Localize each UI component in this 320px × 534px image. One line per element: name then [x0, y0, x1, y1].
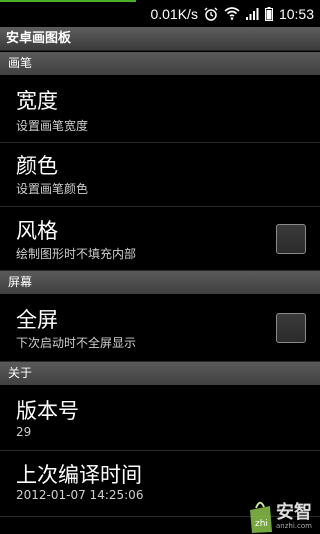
fullscreen-checkbox[interactable]	[276, 313, 306, 343]
section-header-about: 关于	[0, 362, 320, 385]
pref-title: 上次编译时间	[16, 463, 142, 487]
battery-icon	[264, 6, 273, 21]
pref-title: 全屏	[16, 308, 58, 332]
pref-title: 风格	[16, 219, 58, 243]
progress-line	[0, 0, 136, 2]
pref-summary: 29	[16, 425, 32, 439]
pref-summary: 2012-01-07 14:25:06	[16, 488, 144, 502]
watermark-subtext: anzhi.com	[276, 522, 312, 530]
alarm-icon	[204, 7, 218, 21]
style-checkbox[interactable]	[276, 224, 306, 254]
pref-fullscreen[interactable]: 全屏 下次启动时不全屏显示	[0, 294, 320, 362]
net-speed: 0.01K/s	[150, 5, 198, 22]
section-header-brush: 画笔	[0, 52, 320, 75]
svg-text:zhi: zhi	[255, 519, 268, 529]
watermark-text: 安智	[276, 502, 312, 523]
signal-icon	[245, 7, 259, 20]
app-title: 安卓画图板	[0, 27, 320, 51]
pref-brush-width[interactable]: 宽度 设置画笔宽度	[0, 75, 320, 143]
pref-brush-color[interactable]: 颜色 设置画笔颜色	[0, 143, 320, 207]
pref-summary: 设置画笔颜色	[16, 182, 89, 196]
pref-summary: 绘制图形时不填充内部	[16, 247, 137, 261]
pref-summary: 设置画笔宽度	[16, 119, 89, 133]
pref-title: 颜色	[16, 154, 58, 178]
clock: 10:53	[278, 5, 314, 22]
wifi-icon	[224, 7, 240, 20]
section-header-screen: 屏幕	[0, 271, 320, 294]
pref-title: 宽度	[16, 89, 58, 113]
status-bar: 0.01K/s 10:53	[0, 0, 320, 27]
pref-version[interactable]: 版本号 29	[0, 385, 320, 451]
anzhi-watermark: zhi 安智 anzhi.com	[246, 496, 320, 534]
pref-title: 版本号	[16, 399, 79, 423]
pref-brush-style[interactable]: 风格 绘制图形时不填充内部	[0, 207, 320, 271]
pref-summary: 下次启动时不全屏显示	[16, 336, 137, 350]
